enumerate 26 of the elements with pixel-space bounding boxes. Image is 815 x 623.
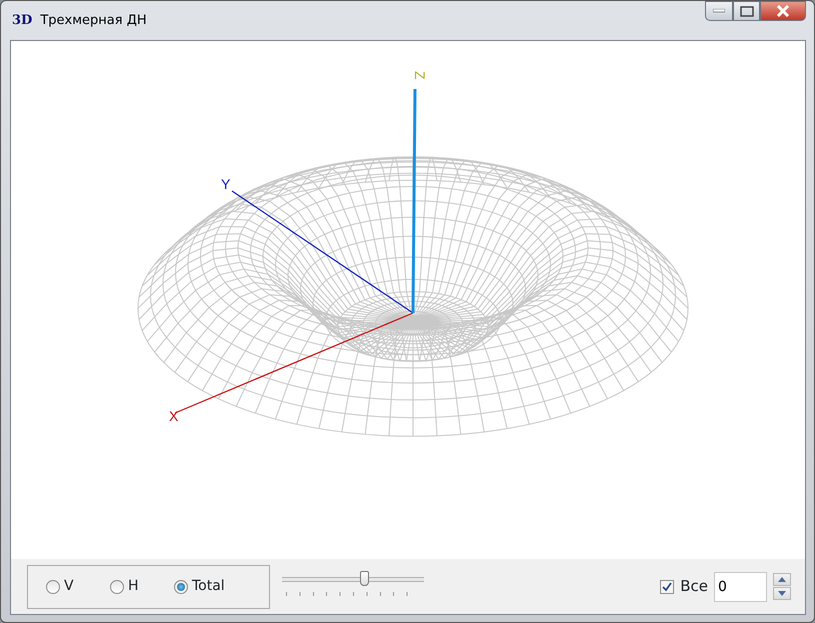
close-button[interactable] xyxy=(760,1,806,21)
axis-label: Y xyxy=(221,176,230,192)
mode-radio-option[interactable]: H xyxy=(110,576,174,597)
number-field[interactable]: 0 xyxy=(714,572,767,602)
checkbox-label: Все xyxy=(680,576,708,598)
check-icon xyxy=(662,582,672,592)
minimize-icon xyxy=(713,9,725,13)
window-title: Трехмерная ДН xyxy=(40,12,147,30)
slider-thumb[interactable] xyxy=(360,570,370,586)
axis-label: Z xyxy=(412,71,428,80)
app-icon: 3D xyxy=(12,10,32,30)
radio-button[interactable] xyxy=(110,580,124,594)
all-checkbox[interactable] xyxy=(660,580,674,594)
down-arrow-icon xyxy=(778,591,786,596)
spin-down-button[interactable] xyxy=(773,587,791,600)
radio-button[interactable] xyxy=(46,580,60,594)
maximize-icon xyxy=(740,6,754,16)
spin-up-button[interactable] xyxy=(773,573,791,586)
up-arrow-icon xyxy=(778,577,786,582)
maximize-button[interactable] xyxy=(733,1,760,21)
radio-button[interactable] xyxy=(174,580,188,594)
close-icon xyxy=(776,5,790,17)
mode-radio-option[interactable]: Total xyxy=(174,576,238,597)
mode-radio-option[interactable]: V xyxy=(46,576,110,597)
axis-label: X xyxy=(169,408,178,424)
minimize-button[interactable] xyxy=(705,1,733,21)
